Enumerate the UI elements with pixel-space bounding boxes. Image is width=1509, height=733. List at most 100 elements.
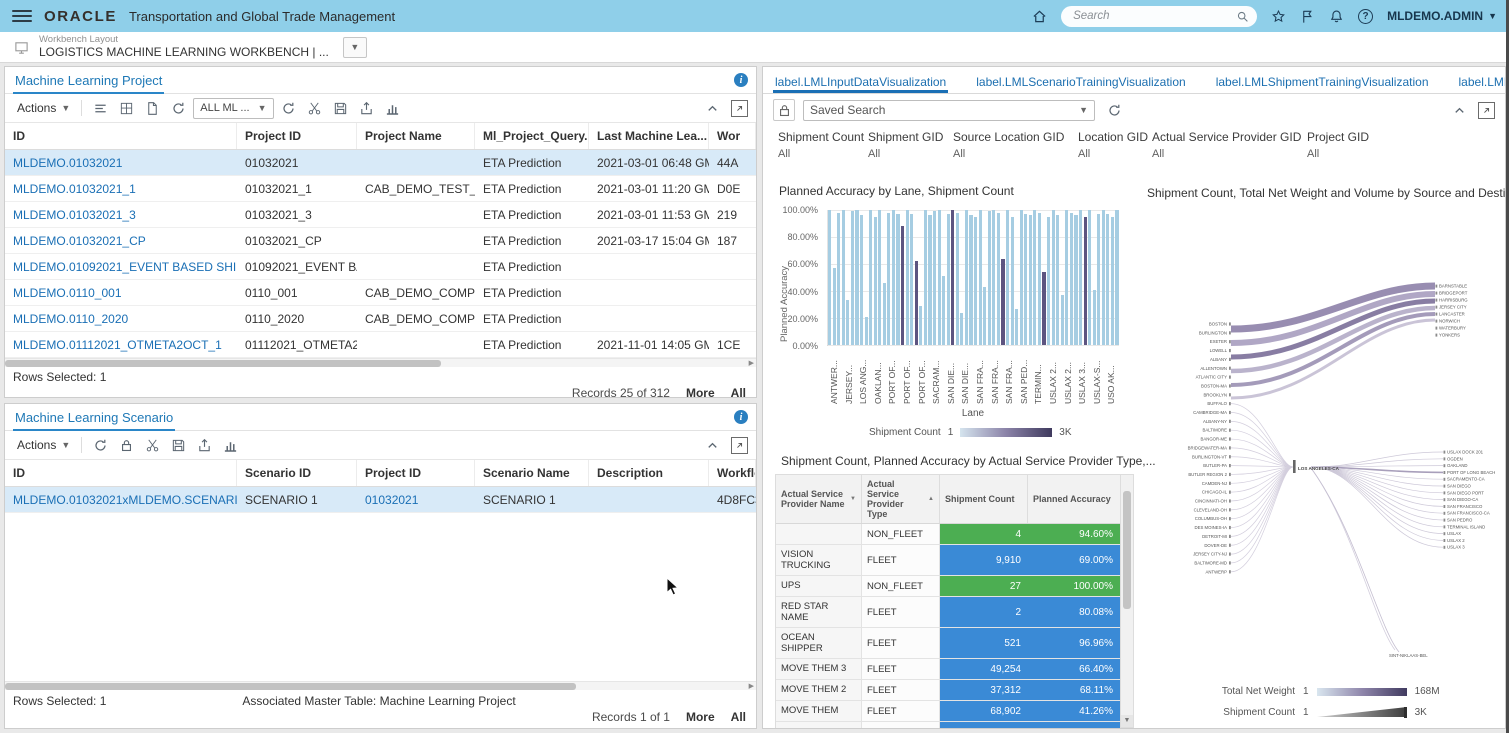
help-icon[interactable]: ? xyxy=(1358,9,1373,24)
filter-value[interactable]: All xyxy=(953,148,1064,160)
scroll-down-icon[interactable]: ▼ xyxy=(1121,715,1133,727)
row-id-link[interactable]: MLDEMO.01112021_OTMETA2OCT_1 xyxy=(5,332,237,357)
row-id-link[interactable]: MLDEMO.01032021xMLDEMO.SCENARIO 1 xyxy=(5,487,237,512)
filter-location-gid[interactable]: Location GIDAll xyxy=(1078,130,1148,160)
more-link[interactable]: More xyxy=(686,710,715,724)
scroll-right-icon[interactable]: ▶ xyxy=(749,359,754,368)
scrollbar-thumb[interactable] xyxy=(5,683,576,690)
column-header[interactable]: Workflow xyxy=(709,460,756,486)
row-id-link[interactable]: MLDEMO.0110_001 xyxy=(5,280,237,305)
favorites-icon[interactable] xyxy=(1271,9,1286,24)
cut-icon[interactable] xyxy=(304,97,326,119)
table-row[interactable]: MLDEMO.0110_0010110_001CAB_DEMO_COMPLE..… xyxy=(5,280,756,306)
column-header[interactable]: Last Machine Lea... xyxy=(589,123,709,149)
column-header[interactable]: ID xyxy=(5,123,237,149)
chart-icon[interactable] xyxy=(219,434,241,456)
chart-icon[interactable] xyxy=(382,97,404,119)
tab-label-lmlinputdatavisualization[interactable]: label.LMLInputDataVisualization xyxy=(773,70,948,93)
save-icon[interactable] xyxy=(330,97,352,119)
actions-menu-button[interactable]: Actions▼ xyxy=(13,438,74,452)
maximize-icon[interactable] xyxy=(1478,102,1495,119)
provider-column-header[interactable]: Actual Service Provider Type▲ xyxy=(862,475,940,523)
collapse-icon[interactable] xyxy=(701,97,723,119)
tab-label-lmlscenariotrainingvisualization[interactable]: label.LMLScenarioTrainingVisualization xyxy=(974,70,1187,93)
filter-actual-service-provider-gid[interactable]: Actual Service Provider GIDAll xyxy=(1152,130,1301,160)
home-icon[interactable] xyxy=(1032,9,1047,24)
refresh-icon[interactable] xyxy=(1103,99,1125,121)
search-icon[interactable] xyxy=(1236,10,1249,23)
scrollbar-thumb[interactable] xyxy=(5,360,441,367)
column-header[interactable]: Project ID xyxy=(357,460,475,486)
collapse-icon[interactable] xyxy=(701,434,723,456)
maximize-icon[interactable] xyxy=(731,437,748,454)
grid-view-icon[interactable] xyxy=(115,97,137,119)
hamburger-menu-icon[interactable] xyxy=(12,10,32,22)
notifications-icon[interactable] xyxy=(1329,9,1344,24)
row-id-link[interactable]: MLDEMO.01032021_CP xyxy=(5,228,237,253)
filter-value[interactable]: All xyxy=(1078,148,1148,160)
column-header[interactable]: Project Name xyxy=(357,123,475,149)
maximize-icon[interactable] xyxy=(731,100,748,117)
row-id-link[interactable]: MLDEMO.0110_2020 xyxy=(5,306,237,331)
column-header[interactable]: Scenario Name xyxy=(475,460,589,486)
column-header[interactable]: Description xyxy=(589,460,709,486)
provider-column-header[interactable]: Actual Service Provider Name▼ xyxy=(776,475,862,523)
filter-shipment-count[interactable]: Shipment CountAll xyxy=(778,130,864,160)
provider-column-header[interactable]: Shipment Count xyxy=(940,475,1028,523)
actions-menu-button[interactable]: Actions▼ xyxy=(13,101,74,115)
refresh-icon[interactable] xyxy=(89,434,111,456)
horizontal-scrollbar[interactable]: ▶ xyxy=(5,681,756,690)
workbench-dropdown-icon[interactable]: ▼ xyxy=(343,37,367,58)
column-header[interactable]: Project ID xyxy=(237,123,357,149)
lock-icon[interactable] xyxy=(115,434,137,456)
info-icon[interactable]: i xyxy=(734,73,748,87)
all-link[interactable]: All xyxy=(731,386,746,398)
query-filter-select[interactable]: ALL ML ...▼ xyxy=(193,98,273,119)
refresh-icon[interactable] xyxy=(278,97,300,119)
document-icon[interactable] xyxy=(141,97,163,119)
filter-source-location-gid[interactable]: Source Location GIDAll xyxy=(953,130,1064,160)
workbench-layout-selector[interactable]: Workbench Layout LOGISTICS MACHINE LEARN… xyxy=(39,35,329,60)
table-row[interactable]: MLDEMO.01032021xMLDEMO.SCENARIO 1SCENARI… xyxy=(5,487,756,513)
all-link[interactable]: All xyxy=(731,710,746,724)
table-row[interactable]: MLDEMO.01032021_CP01032021_CPETA Predict… xyxy=(5,228,756,254)
filter-shipment-gid[interactable]: Shipment GIDAll xyxy=(868,130,943,160)
global-search-input[interactable]: Search xyxy=(1061,6,1257,27)
horizontal-scrollbar[interactable]: ▶ xyxy=(5,358,756,367)
more-link[interactable]: More xyxy=(686,386,715,398)
info-icon[interactable]: i xyxy=(734,410,748,424)
filter-value[interactable]: All xyxy=(868,148,943,160)
tab-label-lmlshipme[interactable]: label.LMLShipme xyxy=(1457,70,1507,93)
scroll-right-icon[interactable]: ▶ xyxy=(749,682,754,691)
filter-project-gid[interactable]: Project GIDAll xyxy=(1307,130,1369,160)
column-header[interactable]: Ml_Project_Query... xyxy=(475,123,589,149)
scrollbar-thumb[interactable] xyxy=(1123,491,1131,609)
table-row[interactable]: MLDEMO.01092021_EVENT BASED SHIPMENTS010… xyxy=(5,254,756,280)
flag-icon[interactable] xyxy=(1300,9,1315,24)
table-row[interactable]: MLDEMO.0110_20200110_2020CAB_DEMO_COMPLE… xyxy=(5,306,756,332)
vertical-scrollbar[interactable]: ▼ xyxy=(1121,474,1134,728)
tab-label-lmlshipmenttrainingvisualization[interactable]: label.LMLShipmentTrainingVisualization xyxy=(1214,70,1431,93)
sync-icon[interactable] xyxy=(167,97,189,119)
saved-search-select[interactable]: Saved Search▼ xyxy=(803,100,1095,121)
collapse-icon[interactable] xyxy=(1448,99,1470,121)
save-icon[interactable] xyxy=(167,434,189,456)
column-header[interactable]: Scenario ID xyxy=(237,460,357,486)
row-id-link[interactable]: MLDEMO.01032021_1 xyxy=(5,176,237,201)
provider-column-header[interactable]: Planned Accuracy xyxy=(1028,475,1120,523)
row-id-link[interactable]: 01032021 xyxy=(357,487,475,512)
view-menu-icon[interactable] xyxy=(89,97,111,119)
column-header[interactable]: ID xyxy=(5,460,237,486)
filter-value[interactable]: All xyxy=(778,148,864,160)
column-header[interactable]: Wor xyxy=(709,123,756,149)
lock-icon[interactable] xyxy=(773,99,795,121)
export-icon[interactable] xyxy=(193,434,215,456)
table-row[interactable]: MLDEMO.01032021_301032021_3ETA Predictio… xyxy=(5,202,756,228)
row-id-link[interactable]: MLDEMO.01092021_EVENT BASED SHIPMENTS xyxy=(5,254,237,279)
table-row[interactable]: MLDEMO.01032021_101032021_1CAB_DEMO_TEST… xyxy=(5,176,756,202)
table-row[interactable]: MLDEMO.01112021_OTMETA2OCT_101112021_OTM… xyxy=(5,332,756,358)
table-row[interactable]: MLDEMO.0103202101032021ETA Prediction202… xyxy=(5,150,756,176)
user-menu[interactable]: MLDEMO.ADMIN ▼ xyxy=(1387,9,1497,23)
row-id-link[interactable]: MLDEMO.01032021 xyxy=(5,150,237,175)
filter-value[interactable]: All xyxy=(1307,148,1369,160)
